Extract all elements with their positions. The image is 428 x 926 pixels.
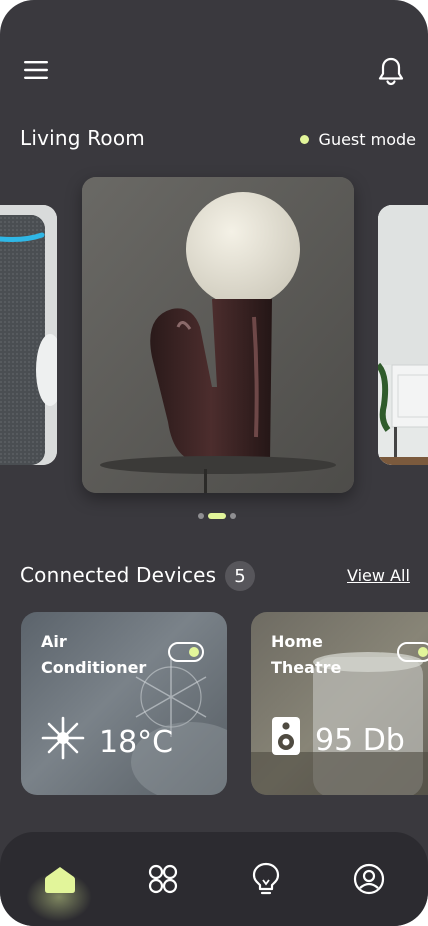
pager-dot[interactable]: [230, 513, 236, 519]
volume-value: 95 Db: [315, 722, 405, 758]
home-icon[interactable]: [43, 862, 77, 896]
carousel-slide-cabinet[interactable]: [378, 205, 428, 465]
device-count-badge: 5: [225, 561, 255, 591]
device-name: Home Theatre: [271, 632, 342, 677]
speaker-icon: [271, 716, 301, 764]
connected-devices-title: Connected Devices: [20, 563, 217, 587]
device-toggle[interactable]: [168, 642, 204, 662]
lightbulb-icon[interactable]: [249, 862, 283, 896]
pager-dot-active[interactable]: [208, 513, 226, 519]
hamburger-menu-icon[interactable]: [20, 56, 52, 84]
snowflake-icon: [41, 716, 85, 768]
carousel-slide-lamp[interactable]: [82, 177, 354, 493]
view-all-link[interactable]: View All: [347, 566, 410, 585]
device-card-home-theatre[interactable]: Home Theatre 95 Db: [251, 612, 428, 795]
bell-icon[interactable]: [374, 54, 408, 88]
room-title: Living Room: [20, 126, 145, 150]
device-card-air-conditioner[interactable]: Air Conditioner 18°C: [21, 612, 227, 795]
app-screen: Living Room Guest mode Connected Devices…: [0, 0, 428, 926]
guest-mode-dot: [299, 135, 309, 144]
guest-mode-indicator[interactable]: Guest mode: [299, 130, 416, 149]
toggle-knob: [418, 647, 428, 657]
pager-dot[interactable]: [198, 513, 204, 519]
temperature-value: 18°C: [99, 724, 174, 760]
profile-icon[interactable]: [352, 862, 386, 896]
bottom-nav: [0, 832, 428, 926]
device-reading: 18°C: [41, 716, 173, 768]
device-name: Air Conditioner: [41, 632, 147, 677]
carousel-slide-speaker[interactable]: [0, 205, 57, 465]
guest-mode-label: Guest mode: [318, 130, 416, 149]
device-reading: 95 Db: [271, 716, 405, 764]
carousel-pager: [198, 513, 236, 519]
toggle-knob: [189, 647, 199, 657]
grid-icon[interactable]: [146, 862, 180, 896]
device-toggle[interactable]: [397, 642, 428, 662]
